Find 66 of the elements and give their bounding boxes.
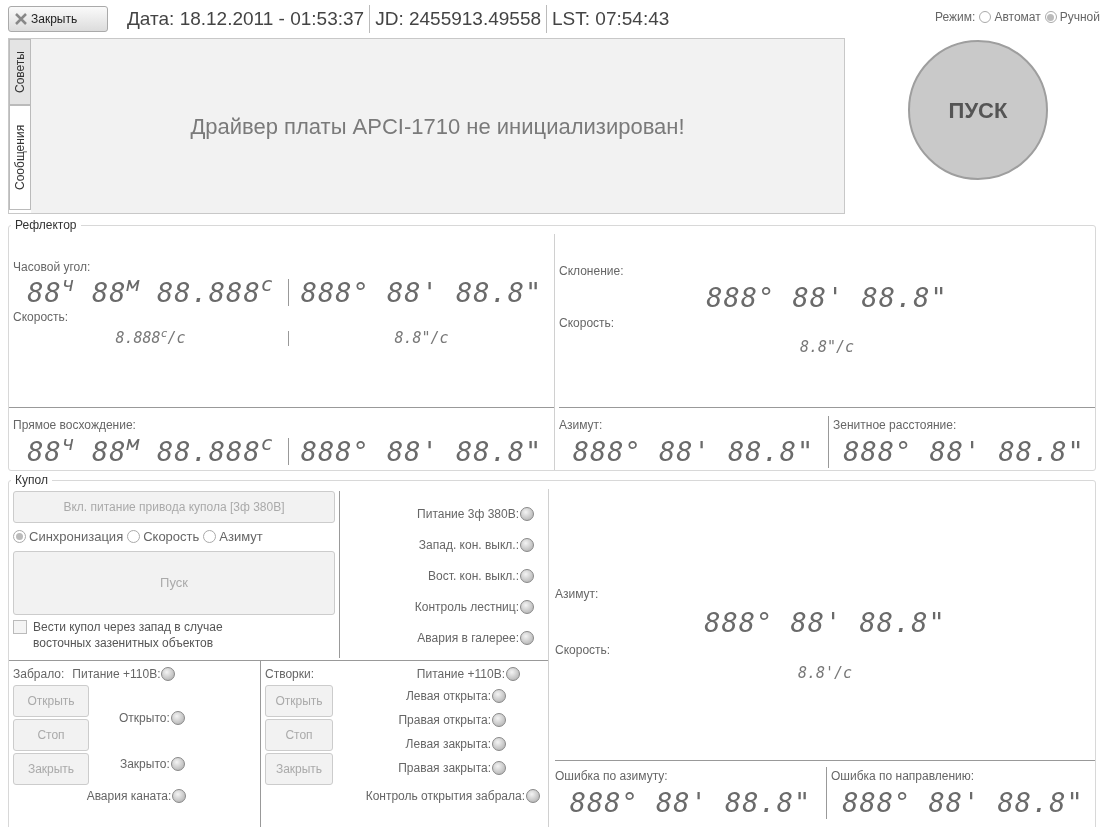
radio-button[interactable] [203,530,217,544]
field-label: Ручной [1059,9,1100,26]
checkbox[interactable] [13,619,27,634]
field-label: Азимут: [559,417,604,434]
digital-readout: 888° 88' 88.8" [706,283,948,311]
header-info: JD: 2455913.49558 [369,4,547,34]
field-label: Скорость: [559,315,616,332]
field-label: Контроль лестниц: [414,599,519,616]
digital-readout: 888° 88' 88.8" [704,608,946,636]
field-label: Часовой угол: [13,259,92,276]
field-label: Запад. кон. выкл.: [418,537,519,554]
field-label: Авария каната: [86,788,172,805]
field-label: Скорость: [13,309,70,326]
header-info: Дата: 18.12.2011 - 01:53:37 [126,6,366,31]
field-label: Вост. кон. выкл.: [428,568,519,585]
field-label: Автомат [994,9,1041,26]
radio-button[interactable] [127,530,141,544]
field-label: Створки: [265,666,315,683]
checkbox-label: Вести купол через запад в случае восточных зазенитных объектов [33,618,224,651]
field-label: Забрало: [13,666,65,683]
field-label: Правая закрыта: [398,760,491,777]
close-button[interactable]: Закрыть [8,6,108,32]
field-label: Питание +110В: [72,666,161,683]
field-label: Режим: [935,9,976,26]
field-label: Азимут [219,528,263,546]
field-label: Левая закрыта: [405,736,491,753]
digital-readout: 888° 88' 88.8" [569,788,812,816]
digital-readout: 8.888$^{с}$/с [115,330,186,346]
header-info: LST: 07:54:43 [546,4,675,34]
radio-button[interactable] [13,530,26,544]
digital-readout: 8.8"/с [394,330,449,346]
digital-readout: 888° 88' 88.8" [300,437,543,465]
digital-readout: 88$^{ч}$ 88$^{м}$ 88.888$^{с}$ [27,278,274,306]
field-label: Питание +110В: [416,666,505,683]
digital-readout: 8.8'/с [797,665,853,681]
digital-readout: 888° 88' 88.8" [572,437,815,465]
field-label: Питание 3ф 380В: [417,506,519,523]
digital-readout: 88$^{ч}$ 88$^{м}$ 88.888$^{с}$ [27,437,274,465]
field-label: Открыто: [119,710,170,727]
field-label: Контроль открытия забрала: [365,788,525,805]
radio-button[interactable] [979,11,992,23]
field-label: Ошибка по направлению: [831,768,976,785]
digital-readout: 888° 88' 88.8" [842,788,1084,816]
field-label: Правая открыта: [398,712,491,729]
field-label: Прямое восхождение: [13,417,137,434]
field-label: Склонение: [559,263,625,280]
field-label: Азимут: [555,586,600,603]
field-label: Синхронизация [29,528,124,546]
group-title: Купол [14,472,49,489]
field-label: Скорость [143,528,200,546]
field-label: Левая открыта: [405,688,491,705]
status-message: Драйвер платы APCI-1710 не инициализирован! [190,112,685,141]
close-icon [13,12,29,26]
field-label: Ошибка по азимуту: [555,768,669,785]
message-tab[interactable]: Советы [9,39,31,105]
digital-readout: 888° 88' 88.8" [843,437,1085,465]
radio-button[interactable] [1044,11,1057,23]
digital-readout: 8.8"/с [799,339,855,355]
message-tab[interactable]: Сообщения [9,105,31,210]
field-label: Зенитное расстояние: [833,417,958,434]
field-label: Авария в галерее: [417,630,519,647]
start-button[interactable]: ПУСК [908,40,1048,180]
digital-readout: 888° 88' 88.8" [300,278,543,306]
field-label: Скорость: [555,642,612,659]
field-label: Закрыто: [119,756,170,773]
group-title: Рефлектор [14,217,78,234]
